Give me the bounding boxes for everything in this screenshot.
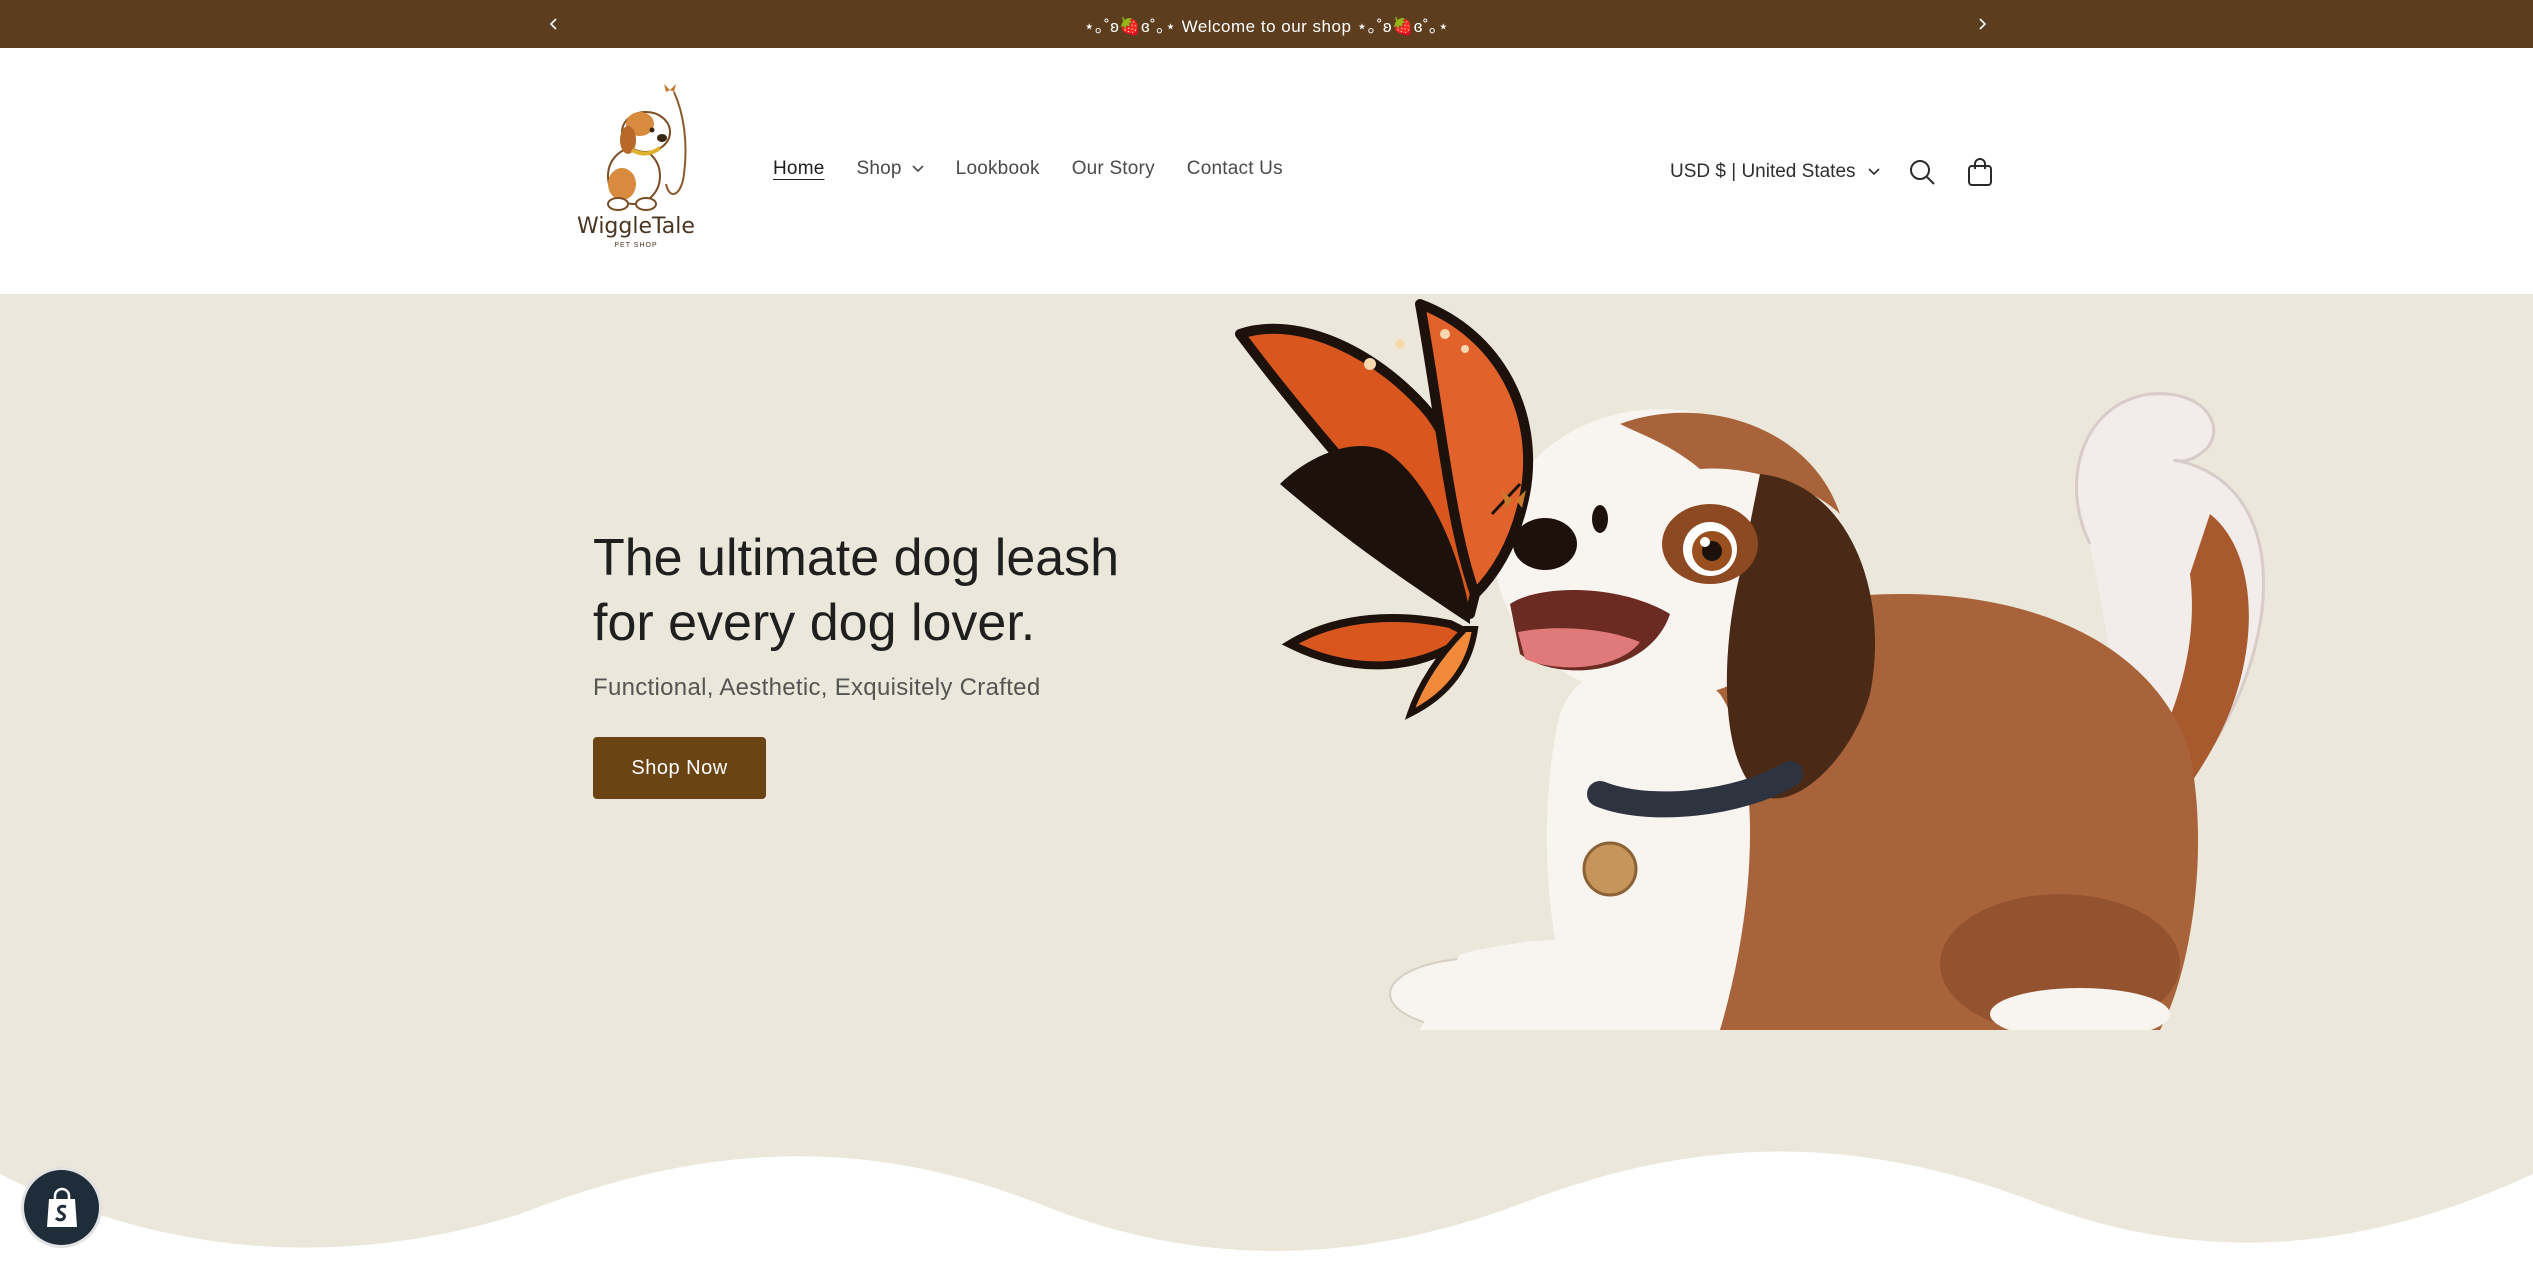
- search-icon: [1909, 160, 1935, 185]
- shopify-bag-icon: [46, 1187, 77, 1227]
- cart-button[interactable]: [1960, 152, 2000, 192]
- shop-now-button[interactable]: Shop Now: [593, 737, 766, 799]
- announcement-message: ⋆｡˚ʚ🍓ɞ˚｡⋆ Welcome to our shop ⋆｡˚ʚ🍓ɞ˚｡⋆: [1083, 16, 1450, 36]
- chevron-right-icon: [1979, 18, 1987, 30]
- site-logo[interactable]: WiggleTale PET SHOP: [566, 84, 706, 264]
- chevron-down-icon: [912, 165, 924, 173]
- main-nav: Home Shop Lookbook Our Story Contact Us: [773, 158, 1315, 180]
- hero-banner: The ultimate dog leash for every dog lov…: [0, 294, 2533, 1263]
- nav-contact-us[interactable]: Contact Us: [1187, 158, 1283, 180]
- hero-wave-divider: [0, 1151, 2533, 1263]
- hero-dog-butterfly-image: [1235, 299, 2266, 1030]
- nav-lookbook[interactable]: Lookbook: [956, 158, 1040, 180]
- chevron-left-icon: [549, 18, 557, 30]
- announcement-next-button[interactable]: [1968, 10, 1996, 38]
- site-header: WiggleTale PET SHOP Home Shop Lookbook O…: [0, 48, 2533, 294]
- hero-subtitle: Functional, Aesthetic, Exquisitely Craft…: [593, 674, 1041, 701]
- header-actions: USD $ | United States: [1670, 152, 2000, 192]
- nav-home[interactable]: Home: [773, 158, 824, 180]
- hero-title: The ultimate dog leash for every dog lov…: [593, 529, 1120, 652]
- logo-tagline: PET SHOP: [614, 242, 658, 249]
- logo-wordmark: WiggleTale: [577, 214, 695, 239]
- search-button[interactable]: [1902, 152, 1942, 192]
- cart-icon: [1967, 158, 1992, 186]
- announcement-bar: ⋆｡˚ʚ🍓ɞ˚｡⋆ Welcome to our shop ⋆｡˚ʚ🍓ɞ˚｡⋆: [0, 0, 2533, 48]
- chevron-down-icon: [1867, 168, 1880, 176]
- shopify-badge[interactable]: [24, 1170, 99, 1245]
- logo-dog-illustration: [607, 84, 687, 211]
- nav-our-story[interactable]: Our Story: [1072, 158, 1155, 180]
- announcement-prev-button[interactable]: [540, 10, 568, 38]
- nav-shop-label: Shop: [856, 158, 902, 179]
- nav-shop[interactable]: Shop: [856, 158, 924, 180]
- currency-label: USD $ | United States: [1670, 161, 1856, 182]
- currency-selector[interactable]: USD $ | United States: [1670, 161, 1880, 183]
